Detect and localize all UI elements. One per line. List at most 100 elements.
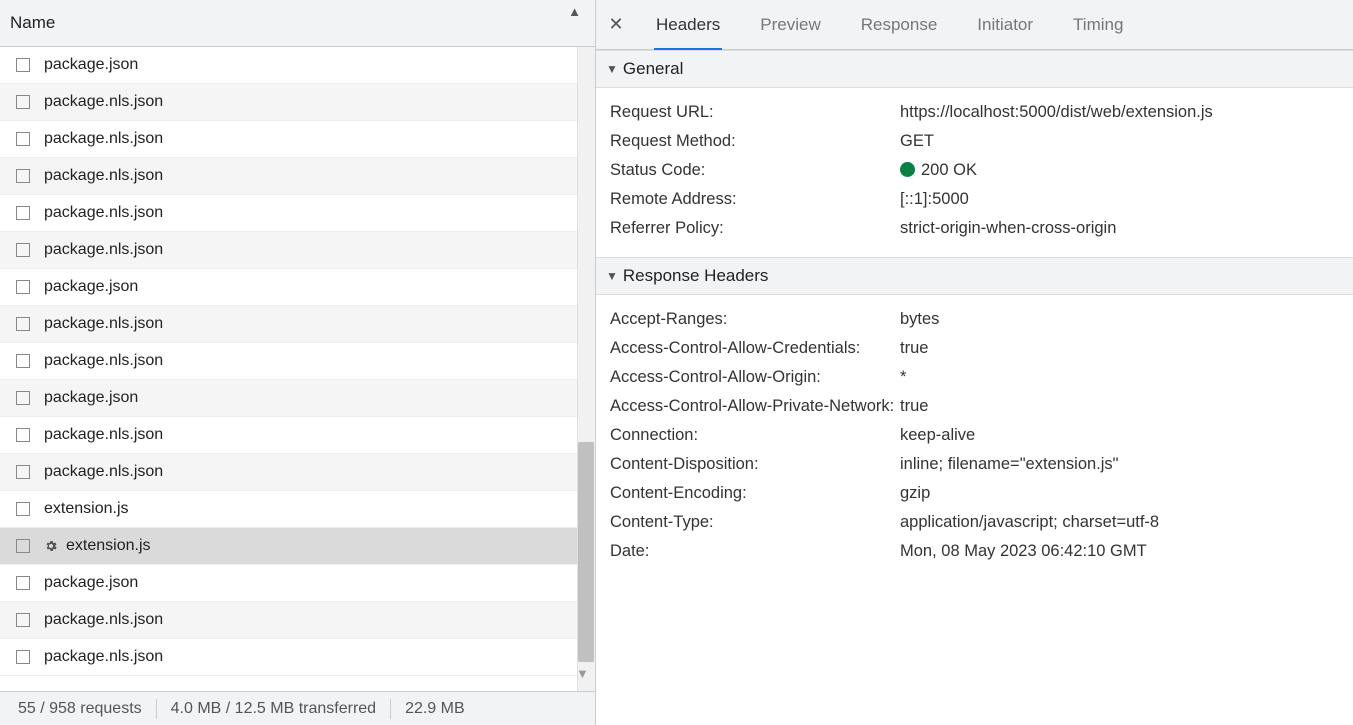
kv-row: Content-Type:application/javascript; cha… [610, 508, 1339, 537]
request-name-label: package.json [44, 278, 138, 296]
checkbox-icon[interactable] [16, 502, 30, 516]
name-column-header[interactable]: Name ▲ [0, 0, 595, 47]
divider [390, 699, 391, 719]
tab-initiator[interactable]: Initiator [957, 0, 1053, 49]
checkbox-icon[interactable] [16, 650, 30, 664]
tab-preview[interactable]: Preview [740, 0, 840, 49]
kv-key: Content-Disposition: [610, 455, 900, 474]
checkbox-icon[interactable] [16, 280, 30, 294]
section-general-header[interactable]: ▼ General [596, 50, 1353, 88]
kv-key: Remote Address: [610, 190, 900, 209]
kv-key: Accept-Ranges: [610, 310, 900, 329]
divider [156, 699, 157, 719]
request-row[interactable]: package.json [0, 47, 595, 84]
request-row[interactable]: package.nls.json [0, 232, 595, 269]
sort-up-icon[interactable]: ▲ [568, 4, 581, 19]
request-row[interactable]: extension.js [0, 491, 595, 528]
request-name-label: package.nls.json [44, 204, 163, 222]
tabs-bar: ✕ HeadersPreviewResponseInitiatorTiming [596, 0, 1353, 50]
checkbox-icon[interactable] [16, 95, 30, 109]
request-row[interactable]: package.nls.json [0, 454, 595, 491]
kv-key: Content-Encoding: [610, 484, 900, 503]
kv-key: Request Method: [610, 132, 900, 151]
request-row[interactable]: package.nls.json [0, 417, 595, 454]
request-row[interactable]: package.nls.json [0, 195, 595, 232]
kv-value: strict-origin-when-cross-origin [900, 219, 1339, 238]
checkbox-icon[interactable] [16, 132, 30, 146]
request-name-label: package.nls.json [44, 463, 163, 481]
kv-value: keep-alive [900, 426, 1339, 445]
request-row[interactable]: package.nls.json [0, 602, 595, 639]
section-general-title: General [623, 59, 683, 79]
kv-row: Access-Control-Allow-Credentials:true [610, 334, 1339, 363]
request-row[interactable]: package.nls.json [0, 306, 595, 343]
kv-row: Request URL:https://localhost:5000/dist/… [610, 98, 1339, 127]
gear-icon [44, 539, 58, 553]
details-scroll[interactable]: ▼ General Request URL:https://localhost:… [596, 50, 1353, 725]
checkbox-icon[interactable] [16, 539, 30, 553]
checkbox-icon[interactable] [16, 169, 30, 183]
tab-response[interactable]: Response [841, 0, 958, 49]
request-row[interactable]: package.nls.json [0, 121, 595, 158]
kv-row: Request Method:GET [610, 127, 1339, 156]
section-response-headers-header[interactable]: ▼ Response Headers [596, 257, 1353, 295]
request-name-label: extension.js [44, 500, 129, 518]
scrollbar-thumb[interactable] [578, 442, 594, 662]
checkbox-icon[interactable] [16, 465, 30, 479]
request-row[interactable]: extension.js [0, 528, 595, 565]
kv-value: * [900, 368, 1339, 387]
status-transferred: 4.0 MB / 12.5 MB transferred [171, 700, 376, 718]
tab-headers[interactable]: Headers [636, 0, 740, 49]
status-dot-icon [900, 162, 915, 177]
kv-key: Date: [610, 542, 900, 561]
request-details-panel: ✕ HeadersPreviewResponseInitiatorTiming … [596, 0, 1353, 725]
status-resources: 22.9 MB [405, 700, 465, 718]
request-row[interactable]: package.nls.json [0, 343, 595, 380]
tab-timing[interactable]: Timing [1053, 0, 1143, 49]
request-row[interactable]: package.nls.json [0, 639, 595, 676]
request-row[interactable]: package.json [0, 565, 595, 602]
kv-row: Connection:keep-alive [610, 421, 1339, 450]
section-response-headers-body: Accept-Ranges:bytesAccess-Control-Allow-… [596, 295, 1353, 580]
kv-row: Content-Disposition:inline; filename="ex… [610, 450, 1339, 479]
name-header-label: Name [10, 13, 55, 33]
checkbox-icon[interactable] [16, 206, 30, 220]
request-name-label: package.nls.json [44, 648, 163, 666]
kv-value: bytes [900, 310, 1339, 329]
scroll-down-icon[interactable]: ▼ [576, 666, 1339, 721]
request-row[interactable]: package.json [0, 269, 595, 306]
kv-row: Date:Mon, 08 May 2023 06:42:10 GMT [610, 537, 1339, 566]
checkbox-icon[interactable] [16, 391, 30, 405]
request-name-label: package.nls.json [44, 315, 163, 333]
network-requests-panel: Name ▲ package.jsonpackage.nls.jsonpacka… [0, 0, 596, 725]
checkbox-icon[interactable] [16, 428, 30, 442]
kv-value: true [900, 397, 1339, 416]
status-bar: 55 / 958 requests 4.0 MB / 12.5 MB trans… [0, 691, 595, 725]
scrollbar-track[interactable] [577, 47, 595, 691]
checkbox-icon[interactable] [16, 354, 30, 368]
kv-row: Accept-Ranges:bytes [610, 305, 1339, 334]
request-name-label: package.nls.json [44, 130, 163, 148]
request-list: package.jsonpackage.nls.jsonpackage.nls.… [0, 47, 595, 691]
checkbox-icon[interactable] [16, 576, 30, 590]
kv-value: gzip [900, 484, 1339, 503]
kv-row: Remote Address:[::1]:5000 [610, 185, 1339, 214]
checkbox-icon[interactable] [16, 243, 30, 257]
section-response-headers-title: Response Headers [623, 266, 769, 286]
close-icon[interactable]: ✕ [596, 14, 636, 35]
section-general-body: Request URL:https://localhost:5000/dist/… [596, 88, 1353, 257]
kv-key: Access-Control-Allow-Credentials: [610, 339, 900, 358]
checkbox-icon[interactable] [16, 613, 30, 627]
kv-value: application/javascript; charset=utf-8 [900, 513, 1339, 532]
request-row[interactable]: package.nls.json [0, 158, 595, 195]
kv-key: Status Code: [610, 161, 900, 180]
request-name-label: package.nls.json [44, 611, 163, 629]
request-name-label: package.json [44, 389, 138, 407]
kv-key: Content-Type: [610, 513, 900, 532]
kv-value: inline; filename="extension.js" [900, 455, 1339, 474]
request-row[interactable]: package.json [0, 380, 595, 417]
checkbox-icon[interactable] [16, 317, 30, 331]
kv-value: true [900, 339, 1339, 358]
request-row[interactable]: package.nls.json [0, 84, 595, 121]
checkbox-icon[interactable] [16, 58, 30, 72]
